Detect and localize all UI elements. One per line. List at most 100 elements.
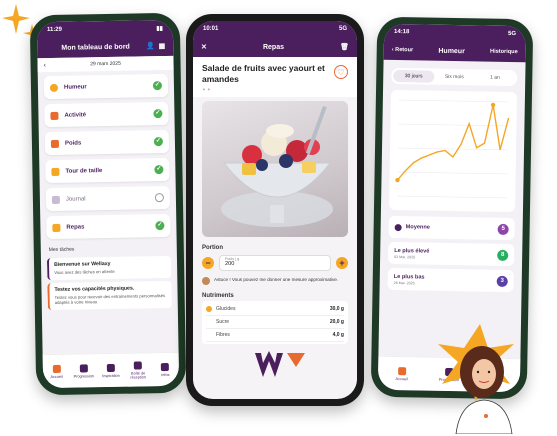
stat-label: Le plus bas (393, 273, 425, 281)
recipe-photo (202, 101, 348, 237)
brand-logo (255, 351, 305, 377)
status-time: 10:01 (203, 26, 219, 32)
tracker-journal[interactable]: Journal (45, 185, 171, 212)
cutlery-icon (52, 223, 61, 232)
nutrients-heading: Nutriments (202, 293, 234, 299)
profile-icon[interactable]: 👤 (146, 42, 155, 50)
stat-badge: 5 (497, 223, 509, 235)
tracker-label: Activité (64, 111, 87, 119)
chevron-left-icon[interactable]: ‹ (44, 62, 46, 69)
tab-progression[interactable]: Progression (72, 363, 96, 379)
tracker-poids[interactable]: Poids ✓ (44, 129, 170, 156)
task-title: Testez vos capacités physiques. (54, 285, 135, 293)
home-icon (397, 366, 406, 375)
close-icon[interactable]: ✕ (201, 43, 207, 51)
range-selector: 30 jours Six mois 1 an (391, 67, 518, 87)
recipe-header: Salade de fruits avec yaourt et amandes … (193, 57, 357, 97)
smiley-icon (49, 83, 59, 92)
stat-average[interactable]: Moyenne 5 (388, 215, 515, 241)
stats-list: Moyenne 5 Le plus élevé 03 Mar. 2025 8 Le… (380, 210, 523, 293)
back-button[interactable]: ‹ Retour (392, 47, 414, 53)
recipe-title: Salade de fruits avec yaourt et amandes (202, 63, 325, 84)
stat-date: 26 Mar. 2025 (393, 280, 415, 285)
back-label: Retour (395, 46, 414, 54)
sugar-icon (206, 319, 212, 325)
tracker-humeur[interactable]: Humeur ✓ (43, 73, 169, 100)
mood-data-point[interactable] (490, 102, 496, 108)
nutrient-label: Glucides (216, 306, 236, 312)
mood-chart (388, 89, 518, 213)
mood-line-chart (395, 99, 510, 199)
tracker-tour-de-taille[interactable]: Tour de taille ✓ (45, 157, 170, 184)
tracker-repas[interactable]: Repas ✓ (46, 213, 171, 240)
empty-circle-icon (154, 193, 164, 203)
stat-lowest[interactable]: Le plus bas 26 Mar. 2025 3 (387, 267, 514, 293)
tab-accueil[interactable]: Accueil (390, 366, 414, 381)
stat-date: 03 Mar. 2025 (394, 254, 416, 259)
task-card[interactable]: Testez vos capacités physiques. Testez v… (47, 280, 172, 310)
tab-label: Boîte de réception (130, 370, 147, 380)
bottom-tab-bar: Accueil Progression Inspiration Boîte de… (42, 351, 180, 389)
tab-accueil[interactable]: Accueil (44, 364, 68, 379)
check-icon: ✓ (153, 109, 163, 119)
tab-infos[interactable]: Infos (153, 362, 177, 377)
check-icon: ✓ (153, 137, 163, 147)
runner-icon (50, 111, 59, 120)
tab-label: Infos (161, 372, 170, 377)
tracker-label: Repas (66, 223, 85, 231)
increment-button[interactable]: + (336, 257, 348, 269)
current-date: 29 mars 2025 (90, 60, 121, 68)
status-signal: 5G (338, 26, 347, 32)
tracker-label: Humeur (63, 83, 87, 91)
check-icon: ✓ (154, 165, 164, 175)
trash-icon[interactable]: 🗑 (340, 43, 349, 51)
stat-label: Le plus élevé (394, 247, 430, 255)
decrement-button[interactable]: − (202, 257, 214, 269)
portion-heading: Portion (202, 245, 223, 251)
fruit-salad-illustration (221, 105, 333, 227)
grid-line (398, 147, 509, 151)
grid-line (397, 171, 508, 175)
range-one-year[interactable]: 1 an (475, 71, 516, 84)
stat-label: Moyenne (405, 224, 430, 231)
grid-icon[interactable]: ▦ (159, 42, 166, 50)
portion-input[interactable]: Poids ( g 200 (219, 255, 331, 271)
nutrient-value: 30,0 g (329, 306, 344, 312)
status-bar: 10:01 5G (193, 21, 357, 37)
nutrients-table: Glucides 30,0 g Sucre 20,0 g Fibres 4,0 … (202, 301, 348, 344)
app-bar: ✕ Repas 🗑 (193, 37, 357, 57)
tracker-activite[interactable]: Activité ✓ (44, 101, 169, 128)
tip-text: Astuce ! Vous pouvez me donner une mesur… (214, 277, 339, 282)
range-30-days[interactable]: 30 jours (393, 69, 435, 83)
heart-icon[interactable]: ♡ (334, 65, 348, 79)
tab-label: Progression (73, 373, 94, 379)
tab-inbox[interactable]: Boîte de réception (126, 360, 150, 380)
grid-line (398, 99, 509, 103)
tape-icon (51, 167, 60, 176)
tracker-label: Tour de taille (65, 167, 103, 175)
marketing-stage: 11:29 ▮▮ Mon tableau de bord 👤 ▦ ‹ 29 ma… (0, 0, 557, 436)
date-navigator: ‹ 29 mars 2025 (37, 55, 174, 73)
tracker-label: Journal (65, 195, 86, 203)
stat-highest[interactable]: Le plus élevé 03 Mar. 2025 8 (388, 241, 515, 267)
portion-stepper: − Poids ( g 200 + (193, 253, 357, 273)
tab-inspiration[interactable]: Inspiration (99, 363, 123, 378)
nutrient-row: Sucre 20,0 g (206, 316, 344, 329)
grid-line (397, 195, 508, 199)
nutrient-label: Fibres (216, 332, 230, 338)
nutrient-row: Fibres 4,0 g (206, 329, 344, 342)
woman-illustration (438, 324, 514, 434)
phone-dashboard: 11:29 ▮▮ Mon tableau de bord 👤 ▦ ‹ 29 ma… (29, 12, 187, 396)
task-title: Bienvenue sur Wellaxy (54, 260, 111, 268)
stat-badge: 3 (496, 275, 508, 287)
chart-icon (79, 363, 88, 373)
check-icon: ✓ (155, 221, 165, 231)
history-link[interactable]: Historique (490, 49, 518, 55)
range-six-months[interactable]: Six mois (434, 71, 475, 84)
battery-icon: ▮▮ (156, 25, 163, 32)
status-time: 11:29 (46, 26, 63, 34)
status-time: 14:18 (394, 28, 410, 36)
task-card[interactable]: Bienvenue sur Wellaxy Vous avez des tâch… (46, 255, 172, 280)
page-title: Repas (262, 43, 284, 51)
page-title: Mon tableau de bord (61, 43, 130, 52)
